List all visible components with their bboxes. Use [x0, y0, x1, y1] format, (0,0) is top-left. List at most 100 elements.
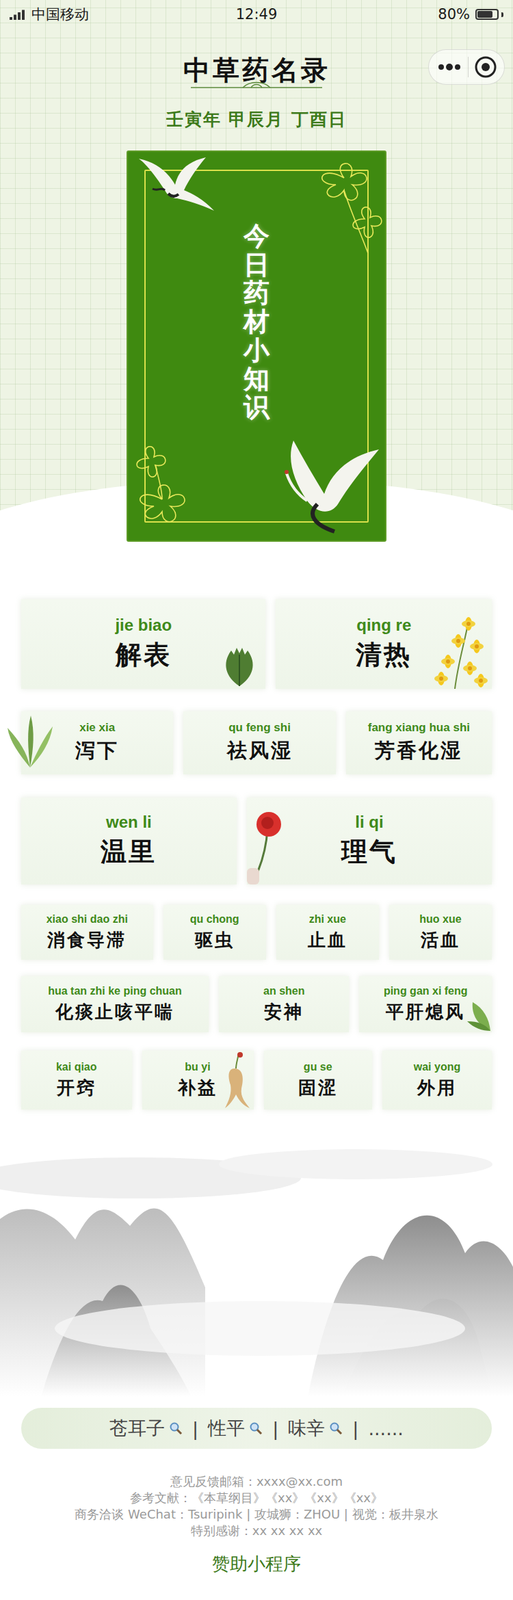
category-name: 驱虫 [194, 928, 235, 953]
category-pinyin: fang xiang hua shi [367, 720, 470, 735]
footer: 意见反馈邮箱：xxxx@xx.com参考文献：《本草纲目》《xx》《xx》《xx… [74, 1473, 438, 1576]
category-pinyin: ping gan xi feng [383, 984, 468, 998]
category-button[interactable]: xie xia 泻下 [21, 711, 174, 775]
flower-icon [427, 613, 490, 689]
category-button[interactable]: qing re 清热 [275, 599, 492, 689]
category-button[interactable]: fang xiang hua shi 芳香化湿 [346, 711, 492, 775]
leaf-icon [464, 997, 492, 1033]
crane-icon [137, 155, 220, 218]
title-ornament-icon [188, 80, 325, 92]
title-bar: 中草药名录 [0, 28, 513, 115]
category-row: jie biao 解表 qing re 清热 [21, 599, 492, 689]
category-name: 消食导滞 [47, 928, 127, 953]
signal-icon [9, 8, 28, 20]
category-pinyin: wen li [106, 812, 152, 832]
category-name: 祛风湿 [227, 737, 293, 765]
category-name: 温里 [100, 834, 157, 870]
category-button[interactable]: bu yi 补益 [142, 1050, 254, 1110]
category-row: wen li 温里 li qi 理气 [21, 797, 492, 885]
search-icon [248, 1421, 263, 1436]
category-name: 平肝熄风 [385, 1000, 466, 1024]
ginseng-icon [222, 1050, 253, 1110]
category-name: 泻下 [75, 737, 120, 765]
category-button[interactable]: kai qiao 开窍 [21, 1050, 133, 1110]
category-button[interactable]: huo xue 活血 [389, 904, 492, 960]
category-button[interactable]: ping gan xi feng 平肝熄风 [359, 976, 492, 1033]
category-name: 化痰止咳平喘 [55, 1000, 175, 1024]
battery-icon [475, 8, 499, 20]
category-button[interactable]: an shen 安神 [218, 976, 349, 1033]
flower-icon [303, 157, 386, 260]
search-separator: | [272, 1417, 279, 1440]
category-name: 清热 [355, 637, 412, 673]
footer-text: 商务洽谈 WeChat：Tsuripink | 攻城狮：ZHOU | 视觉：板井… [74, 1506, 438, 1523]
category-button[interactable]: li qi 理气 [246, 797, 492, 885]
category-button[interactable]: zhi xue 止血 [276, 904, 379, 960]
search-icon [329, 1421, 343, 1436]
category-button[interactable]: qu feng shi 祛风湿 [183, 711, 336, 775]
category-button[interactable]: gu se 固涩 [264, 1050, 373, 1110]
category-name: 开窍 [56, 1075, 97, 1100]
search-bar[interactable]: 苍耳子 | 性平 | 味辛 | ...... [21, 1407, 492, 1449]
close-icon[interactable] [474, 55, 498, 79]
category-pinyin: xie xia [79, 720, 115, 735]
more-icon[interactable] [435, 61, 464, 73]
category-pinyin: wai yong [413, 1060, 461, 1074]
status-bar: 中国移动 12:49 80% [0, 0, 513, 29]
sponsor-link[interactable]: 赞助小程序 [212, 1551, 301, 1576]
rose-icon [246, 809, 288, 885]
category-name: 外用 [417, 1075, 457, 1100]
search-hint[interactable]: 苍耳子 [109, 1415, 165, 1441]
leaf-icon [221, 646, 258, 688]
category-button[interactable]: jie biao 解表 [21, 599, 266, 689]
search-hint[interactable]: 味辛 [287, 1415, 325, 1441]
category-name: 理气 [341, 834, 398, 870]
category-grid: jie biao 解表 qing re 清热 xie xia 泻下 qu fen… [21, 599, 492, 1110]
category-button[interactable]: wai yong 外用 [382, 1050, 492, 1110]
search-icon [168, 1421, 183, 1436]
search-separator: | [352, 1417, 359, 1440]
category-name: 解表 [115, 637, 172, 673]
footer-text: 特别感谢：xx xx xx xx [190, 1522, 323, 1539]
category-pinyin: gu se [303, 1060, 333, 1074]
category-name: 止血 [307, 928, 348, 953]
category-pinyin: qu chong [190, 913, 240, 926]
search-separator: | [192, 1417, 199, 1440]
search-hint[interactable]: 性平 [207, 1415, 245, 1441]
category-name: 固涩 [298, 1075, 338, 1100]
battery-percent: 80% [437, 6, 470, 23]
mountain-scenery-icon [0, 1123, 513, 1397]
category-name: 安神 [264, 1000, 304, 1024]
category-pinyin: zhi xue [309, 913, 347, 926]
crane-icon [266, 439, 383, 535]
flower-icon [127, 430, 210, 534]
category-name: 活血 [420, 928, 461, 953]
category-row: xiao shi dao zhi 消食导滞 qu chong 驱虫 zhi xu… [21, 904, 492, 960]
clock: 12:49 [235, 6, 278, 23]
category-pinyin: qing re [356, 615, 412, 635]
category-button[interactable]: xiao shi dao zhi 消食导滞 [21, 904, 154, 960]
card-title: 今日药材小知识 [243, 222, 270, 423]
aloe-icon [6, 714, 55, 769]
category-row: xie xia 泻下 qu feng shi 祛风湿 fang xiang hu… [21, 711, 492, 775]
category-pinyin: kai qiao [56, 1060, 98, 1074]
category-pinyin: jie biao [114, 615, 172, 635]
category-pinyin: bu yi [184, 1060, 210, 1074]
category-name: 芳香化湿 [374, 737, 463, 765]
carrier: 中国移动 [31, 4, 89, 24]
footer-text: 参考文献：《本草纲目》《xx》《xx》《xx》 [129, 1489, 384, 1507]
category-row: kai qiao 开窍 bu yi 补益 gu se 固涩 wai yong 外… [21, 1050, 492, 1110]
category-pinyin: xiao shi dao zhi [46, 913, 128, 926]
search-more: ...... [367, 1417, 404, 1440]
category-name: 补益 [177, 1075, 218, 1100]
category-pinyin: li qi [354, 812, 384, 832]
category-button[interactable]: wen li 温里 [21, 797, 237, 885]
lunar-date: 壬寅年 甲辰月 丁酉日 [166, 108, 347, 132]
category-button[interactable]: hua tan zhi ke ping chuan 化痰止咳平喘 [21, 976, 209, 1033]
page: 中国移动 12:49 80% 中草药名录 壬寅年 甲辰月 丁酉日 今日药材小知识… [0, 0, 513, 1600]
capsule-menu[interactable] [428, 49, 505, 85]
category-pinyin: an shen [263, 984, 305, 998]
daily-knowledge-card[interactable]: 今日药材小知识 [126, 150, 387, 542]
category-pinyin: qu feng shi [228, 720, 291, 735]
category-button[interactable]: qu chong 驱虫 [163, 904, 267, 960]
